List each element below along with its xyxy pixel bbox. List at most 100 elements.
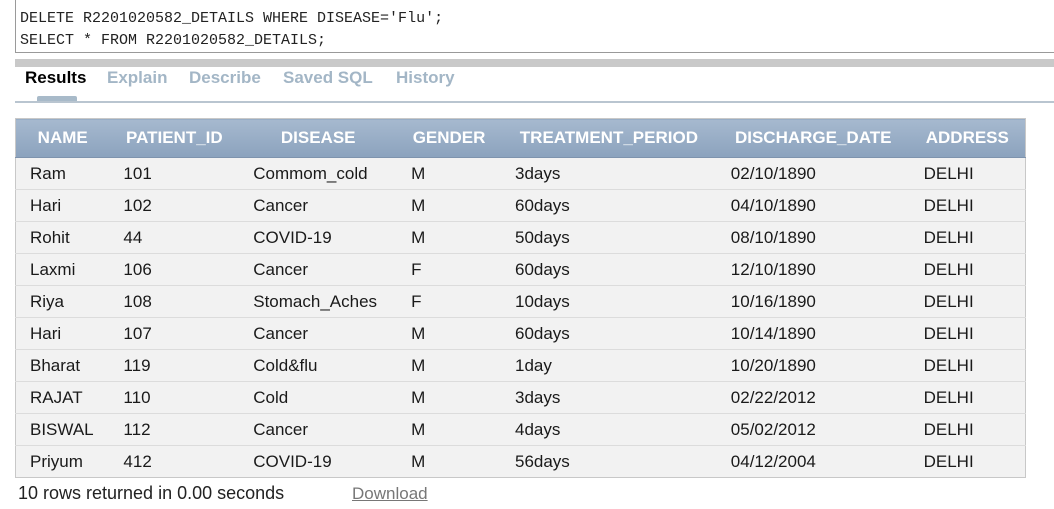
column-header-treatment-period[interactable]: TREATMENT_PERIOD <box>500 118 717 158</box>
cell-name: Laxmi <box>15 253 110 286</box>
cell-name: Priyum <box>15 445 110 478</box>
cell-discharge-date: 10/16/1890 <box>716 285 910 318</box>
cell-gender: M <box>397 189 501 222</box>
cell-patient-id: 112 <box>109 413 240 446</box>
cell-treatment-period: 1day <box>500 349 717 382</box>
cell-discharge-date: 05/02/2012 <box>716 413 910 446</box>
cell-address: DELHI <box>909 157 1026 190</box>
cell-name: Ram <box>15 157 110 190</box>
cell-patient-id: 102 <box>109 189 240 222</box>
cell-gender: M <box>397 349 501 382</box>
cell-discharge-date: 12/10/1890 <box>716 253 910 286</box>
cell-gender: M <box>397 317 501 350</box>
cell-disease: COVID-19 <box>239 445 398 478</box>
cell-disease: Commom_cold <box>239 157 398 190</box>
table-row: Riya 108 Stomach_Aches F 10days 10/16/18… <box>15 285 1026 318</box>
tab-results[interactable]: Results <box>25 68 86 88</box>
cell-patient-id: 110 <box>109 381 240 414</box>
cell-gender: M <box>397 381 501 414</box>
cell-patient-id: 119 <box>109 349 240 382</box>
cell-gender: M <box>397 445 501 478</box>
cell-patient-id: 44 <box>109 221 240 254</box>
cell-disease: COVID-19 <box>239 221 398 254</box>
cell-gender: F <box>397 285 501 318</box>
table-row: RAJAT 110 Cold M 3days 02/22/2012 DELHI <box>15 381 1026 414</box>
column-header-discharge-date[interactable]: DISCHARGE_DATE <box>716 118 910 158</box>
cell-disease: Cancer <box>239 413 398 446</box>
table-row: Hari 102 Cancer M 60days 04/10/1890 DELH… <box>15 189 1026 222</box>
cell-discharge-date: 04/10/1890 <box>716 189 910 222</box>
cell-disease: Cancer <box>239 317 398 350</box>
cell-treatment-period: 10days <box>500 285 717 318</box>
cell-discharge-date: 02/10/1890 <box>716 157 910 190</box>
cell-name: Bharat <box>15 349 110 382</box>
cell-treatment-period: 60days <box>500 189 717 222</box>
tab-explain[interactable]: Explain <box>107 68 167 88</box>
cell-gender: M <box>397 413 501 446</box>
cell-address: DELHI <box>909 189 1026 222</box>
cell-name: Riya <box>15 285 110 318</box>
cell-patient-id: 101 <box>109 157 240 190</box>
cell-treatment-period: 4days <box>500 413 717 446</box>
column-header-patient-id[interactable]: PATIENT_ID <box>109 118 240 158</box>
cell-discharge-date: 04/12/2004 <box>716 445 910 478</box>
table-row: Laxmi 106 Cancer F 60days 12/10/1890 DEL… <box>15 253 1026 286</box>
cell-address: DELHI <box>909 381 1026 414</box>
table-row: BISWAL 112 Cancer M 4days 05/02/2012 DEL… <box>15 413 1026 446</box>
column-header-address[interactable]: ADDRESS <box>909 118 1026 158</box>
table-row: Priyum 412 COVID-19 M 56days 04/12/2004 … <box>15 445 1026 478</box>
cell-disease: Stomach_Aches <box>239 285 398 318</box>
download-link[interactable]: Download <box>352 484 428 504</box>
cell-patient-id: 106 <box>109 253 240 286</box>
cell-patient-id: 412 <box>109 445 240 478</box>
cell-treatment-period: 3days <box>500 381 717 414</box>
sql-editor[interactable]: DELETE R2201020582_DETAILS WHERE DISEASE… <box>15 0 1054 53</box>
column-header-gender[interactable]: GENDER <box>397 118 501 158</box>
rows-returned-status: 10 rows returned in 0.00 seconds <box>18 483 285 503</box>
cell-treatment-period: 60days <box>500 253 717 286</box>
cell-gender: M <box>397 157 501 190</box>
cell-name: RAJAT <box>15 381 110 414</box>
cell-discharge-date: 08/10/1890 <box>716 221 910 254</box>
cell-treatment-period: 50days <box>500 221 717 254</box>
cell-discharge-date: 02/22/2012 <box>716 381 910 414</box>
cell-address: DELHI <box>909 285 1026 318</box>
cell-name: BISWAL <box>15 413 110 446</box>
sql-line-1[interactable]: DELETE R2201020582_DETAILS WHERE DISEASE… <box>20 8 443 30</box>
cell-disease: Cold <box>239 381 398 414</box>
cell-disease: Cold&flu <box>239 349 398 382</box>
cell-gender: M <box>397 221 501 254</box>
cell-address: DELHI <box>909 317 1026 350</box>
sql-line-2[interactable]: SELECT * FROM R2201020582_DETAILS; <box>20 30 326 52</box>
cell-patient-id: 108 <box>109 285 240 318</box>
cell-address: DELHI <box>909 253 1026 286</box>
cell-address: DELHI <box>909 413 1026 446</box>
cell-address: DELHI <box>909 221 1026 254</box>
column-header-disease[interactable]: DISEASE <box>239 118 398 158</box>
cell-disease: Cancer <box>239 189 398 222</box>
cell-address: DELHI <box>909 349 1026 382</box>
table-row: Hari 107 Cancer M 60days 10/14/1890 DELH… <box>15 317 1026 350</box>
tab-describe[interactable]: Describe <box>189 68 261 88</box>
cell-treatment-period: 60days <box>500 317 717 350</box>
column-header-name[interactable]: NAME <box>15 118 110 158</box>
table-row: Ram 101 Commom_cold M 3days 02/10/1890 D… <box>15 157 1026 190</box>
cell-discharge-date: 10/14/1890 <box>716 317 910 350</box>
cell-discharge-date: 10/20/1890 <box>716 349 910 382</box>
cell-name: Rohit <box>15 221 110 254</box>
results-tabbar: Results Explain Describe Saved SQL Histo… <box>15 66 1054 102</box>
tab-saved-sql[interactable]: Saved SQL <box>283 68 373 88</box>
cell-address: DELHI <box>909 445 1026 478</box>
tab-history[interactable]: History <box>396 68 455 88</box>
tabbar-divider <box>15 101 1054 103</box>
results-table: NAME PATIENT_ID DISEASE GENDER TREATMENT… <box>15 118 1026 478</box>
table-header-row: NAME PATIENT_ID DISEASE GENDER TREATMENT… <box>15 118 1026 158</box>
cell-treatment-period: 3days <box>500 157 717 190</box>
table-row: Bharat 119 Cold&flu M 1day 10/20/1890 DE… <box>15 349 1026 382</box>
cell-name: Hari <box>15 317 110 350</box>
cell-disease: Cancer <box>239 253 398 286</box>
cell-treatment-period: 56days <box>500 445 717 478</box>
cell-name: Hari <box>15 189 110 222</box>
table-row: Rohit 44 COVID-19 M 50days 08/10/1890 DE… <box>15 221 1026 254</box>
cell-gender: F <box>397 253 501 286</box>
